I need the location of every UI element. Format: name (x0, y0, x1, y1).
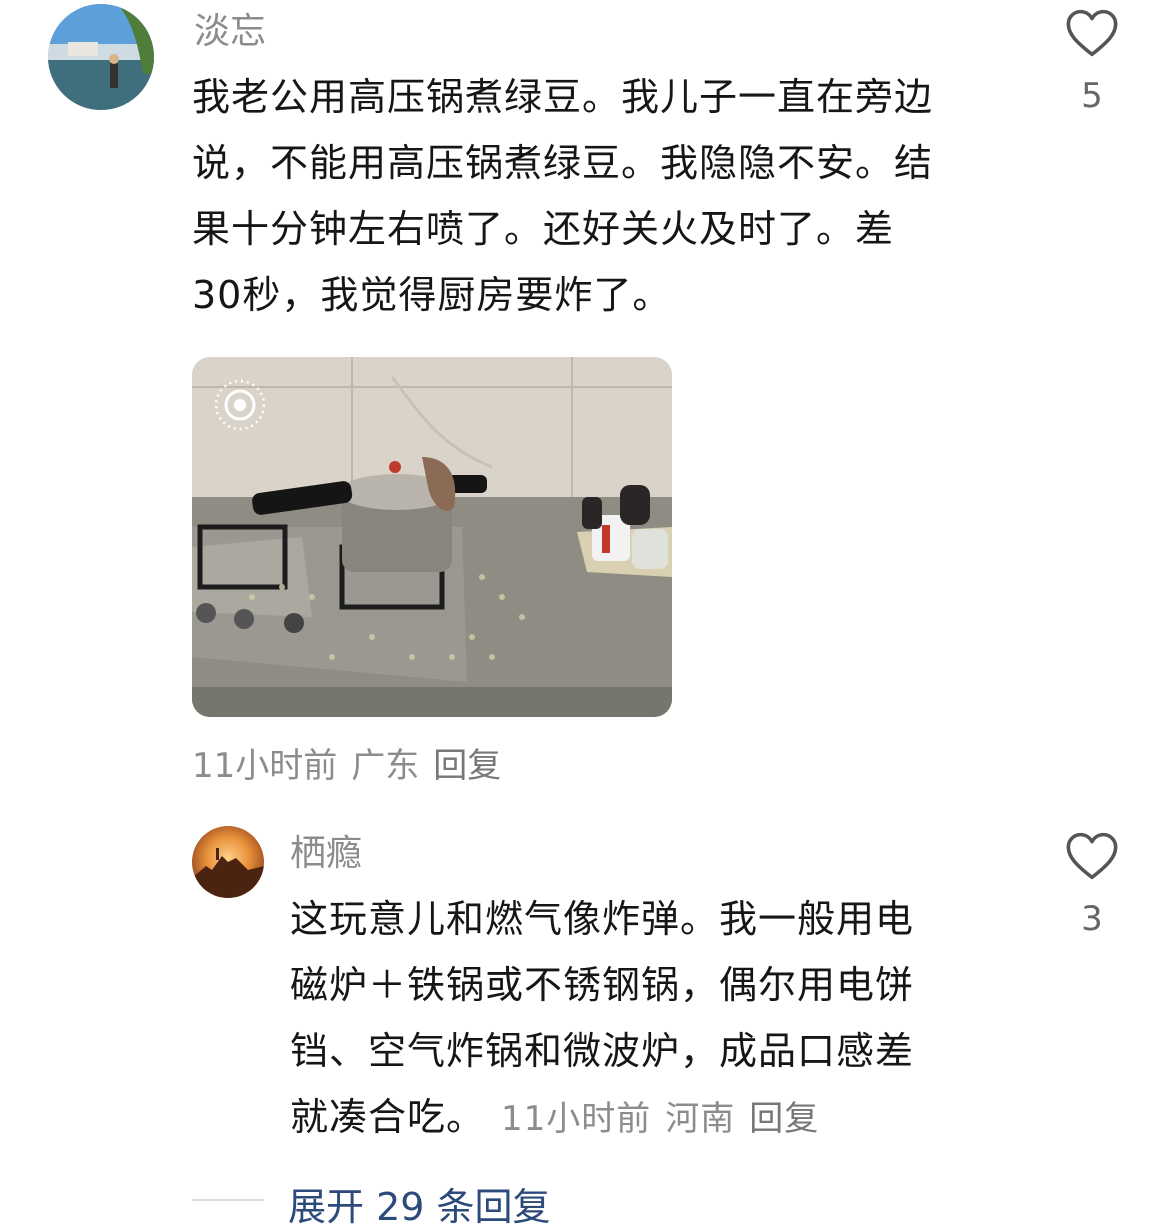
comment-line: 就凑合吃。 11小时前 河南 回复 (290, 1084, 1050, 1152)
comment-line: 30秒，我觉得厨房要炸了。 (192, 273, 672, 317)
comment-line: 磁炉＋铁锅或不锈钢锅，偶尔用电饼 (290, 963, 915, 1007)
divider (192, 1199, 264, 1201)
avatar[interactable] (192, 826, 264, 898)
comment-line: 果十分钟左右喷了。还好关火及时了。差 (192, 207, 895, 251)
comment-text: 我老公用高压锅煮绿豆。我儿子一直在旁边 说，不能用高压锅煮绿豆。我隐隐不安。结 … (192, 64, 1022, 328)
comment-meta: 11小时前 广东 回复 (192, 738, 515, 787)
username[interactable]: 栖瘾 (290, 836, 362, 872)
comment-line: 这玩意儿和燃气像炸弹。我一般用电 (290, 897, 915, 941)
like-count: 3 (1081, 899, 1103, 939)
reply-button[interactable]: 回复 (433, 746, 501, 786)
comment-image[interactable] (192, 357, 672, 717)
heart-icon (1066, 832, 1118, 880)
comment-line: 铛、空气炸锅和微波炉，成品口感差 (290, 1029, 915, 1073)
avatar[interactable] (48, 4, 154, 110)
comment-text: 这玩意儿和燃气像炸弹。我一般用电 磁炉＋铁锅或不锈钢锅，偶尔用电饼 铛、空气炸锅… (290, 886, 1050, 1152)
like-button[interactable]: 5 (1062, 8, 1122, 116)
location: 广东 (351, 746, 420, 786)
comment-line: 说，不能用高压锅煮绿豆。我隐隐不安。结 (192, 141, 934, 185)
comment-meta: 11小时前 河南 回复 (501, 1099, 833, 1139)
timestamp: 11小时前 (192, 746, 338, 786)
location: 河南 (665, 1099, 736, 1139)
comment-line: 我老公用高压锅煮绿豆。我儿子一直在旁边 (192, 75, 934, 119)
live-photo-icon (214, 379, 266, 431)
reply-button[interactable]: 回复 (749, 1099, 819, 1139)
comment-line-text: 就凑合吃。 (290, 1095, 486, 1139)
expand-replies-button[interactable]: 展开 29 条回复 (288, 1176, 551, 1231)
heart-icon (1066, 9, 1118, 57)
username[interactable]: 淡忘 (194, 14, 266, 50)
timestamp: 11小时前 (501, 1099, 652, 1139)
like-button[interactable]: 3 (1062, 831, 1122, 939)
like-count: 5 (1081, 76, 1103, 116)
